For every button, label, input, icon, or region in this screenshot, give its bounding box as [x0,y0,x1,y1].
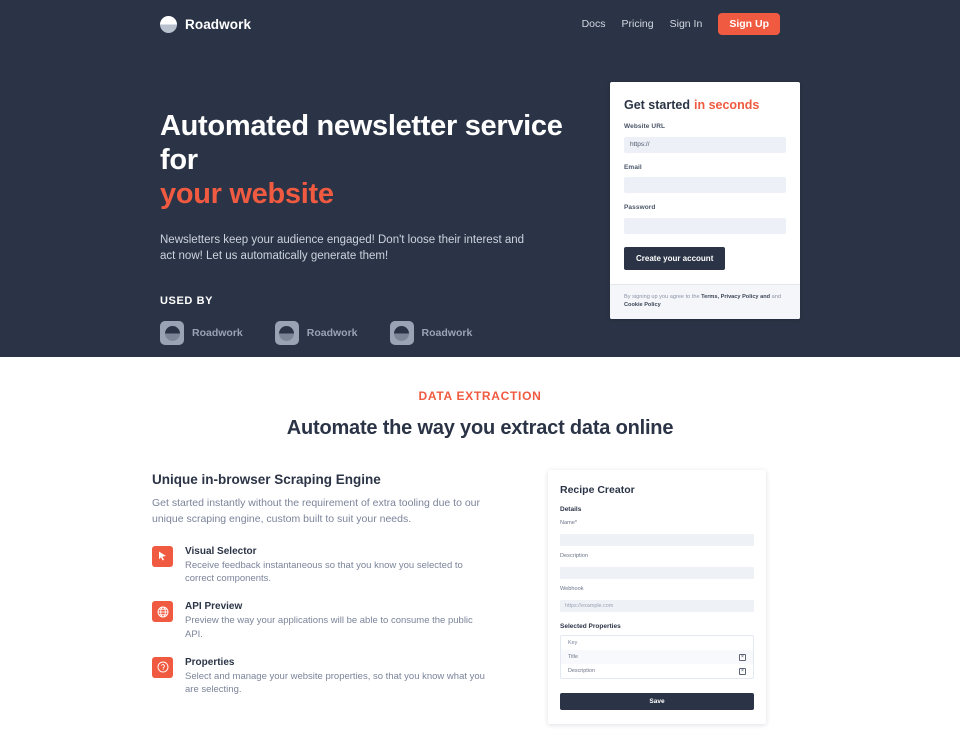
website-url-label: Website URL [624,123,666,130]
property-key: Title [568,654,578,660]
password-input[interactable] [624,217,786,234]
selected-properties-table: Key Title × Description × [560,635,754,679]
feature-list: Visual Selector Receive feedback instant… [152,545,512,698]
data-extraction-section: DATA EXTRACTION Automate the way you ext… [0,357,960,724]
brand[interactable]: Roadwork [160,15,252,33]
property-key: Description [568,668,595,674]
legal-middle: and [770,293,781,300]
logo-item: Roadwork [274,321,358,346]
hero-subtitle: Newsletters keep your audience engaged! … [160,233,525,263]
signup-title-accent: in seconds [694,98,760,112]
feature-text: Properties Select and manage your websit… [185,657,485,698]
field-description: Description [560,553,754,579]
used-by-logos: Roadwork Roadwork Roadwork [160,321,580,346]
terms-link[interactable]: Terms, Privacy Policy and [701,294,770,300]
roadwork-logo-icon [160,321,184,346]
field-password: Password [624,204,786,234]
properties-header-row: Key [561,636,753,650]
signup-title-main: Get started [624,98,690,112]
roadwork-logo-icon [389,321,414,346]
hero-title: Automated newsletter service for your we… [160,110,580,212]
section-title: Automate the way you extract data online [286,417,674,439]
logo-label: Roadwork [306,327,358,340]
feature-desc: Preview the way your applications will b… [185,615,473,640]
signup-card-title: Get started in seconds [624,98,786,112]
hero-title-line1: Automated newsletter service for [160,110,563,176]
logo-label: Roadwork [192,327,243,340]
create-account-button[interactable]: Create your account [624,246,726,270]
save-button[interactable]: Save [560,693,754,710]
features-heading: Unique in-browser Scraping Engine [152,472,381,487]
nav-link-sign-in[interactable]: Sign In [670,18,703,30]
details-label: Details [560,506,582,513]
website-url-input[interactable] [624,136,786,153]
description-input[interactable] [560,567,754,579]
feature-visual-selector: Visual Selector Receive feedback instant… [152,545,512,587]
extraction-columns: Unique in-browser Scraping Engine Get st… [0,440,960,724]
signup-legal-text: By signing up you agree to the Terms, Pr… [610,283,800,320]
webhook-label: Webhook [560,586,584,592]
password-label: Password [624,204,656,211]
nav-link-docs[interactable]: Docs [582,18,606,30]
hero-title-line2: your website [160,177,334,210]
hero-copy: Automated newsletter service for your we… [160,96,580,346]
feature-api-preview: API Preview Preview the way your applica… [152,601,512,642]
delete-property-icon[interactable]: × [739,653,746,661]
logo-label: Roadwork [421,327,473,340]
selected-properties-label: Selected Properties [560,623,621,630]
logo-item: Roadwork [160,321,243,346]
brand-name: Roadwork [185,16,252,32]
feature-title: API Preview [185,601,243,613]
globe-icon [152,601,173,623]
name-input[interactable] [560,534,754,546]
delete-property-icon[interactable]: × [739,667,746,675]
hero-section: Roadwork Docs Pricing Sign In Sign Up Au… [0,0,960,357]
sign-up-button[interactable]: Sign Up [718,13,780,35]
logo-item: Roadwork [389,321,473,346]
field-webhook: Webhook [560,586,754,612]
signup-card-body: Get startedin seconds Website URL Email … [610,82,800,284]
feature-title: Visual Selector [185,545,257,557]
field-name: Name* [560,520,754,546]
properties-header-key: Key [568,640,578,646]
signup-card: Get startedin seconds Website URL Email … [610,82,800,320]
features-subtext: Get started instantly without the requir… [152,497,481,525]
navbar: Roadwork Docs Pricing Sign In Sign Up [0,0,960,48]
roadwork-logo-icon [274,321,299,346]
description-label: Description [560,553,588,559]
nav-link-pricing[interactable]: Pricing [622,18,654,30]
play-cursor-icon [152,545,173,567]
table-row[interactable]: Title × [561,650,753,664]
nav-links: Docs Pricing Sign In Sign Up [582,13,780,35]
feature-text: API Preview Preview the way your applica… [185,601,485,642]
question-circle-icon [152,656,173,678]
field-website-url: Website URL [624,123,786,153]
feature-properties: Properties Select and manage your websit… [152,656,512,698]
hero-body: Automated newsletter service for your we… [0,48,960,346]
feature-title: Properties [185,656,235,668]
email-input[interactable] [624,177,786,193]
email-label: Email [624,163,642,171]
table-row[interactable]: Description × [561,664,753,678]
webhook-input[interactable] [560,600,754,612]
feature-text: Visual Selector Receive feedback instant… [185,546,485,587]
feature-desc: Select and manage your website propertie… [185,670,485,696]
roadwork-logo-icon [160,15,177,33]
cookie-policy-link[interactable]: Cookie Policy [624,302,661,308]
name-label: Name* [560,520,578,526]
features-column: Unique in-browser Scraping Engine Get st… [152,472,512,724]
recipe-creator-title: Recipe Creator [560,484,635,496]
section-eyebrow: DATA EXTRACTION [418,389,542,403]
used-by-label: USED BY [160,295,214,308]
legal-prefix: By signing up you agree to the [624,293,702,300]
feature-desc: Receive feedback instantaneous so that y… [185,559,463,585]
recipe-creator-card: Recipe Creator Details Name* Description… [548,470,766,724]
field-email: Email [624,163,786,193]
